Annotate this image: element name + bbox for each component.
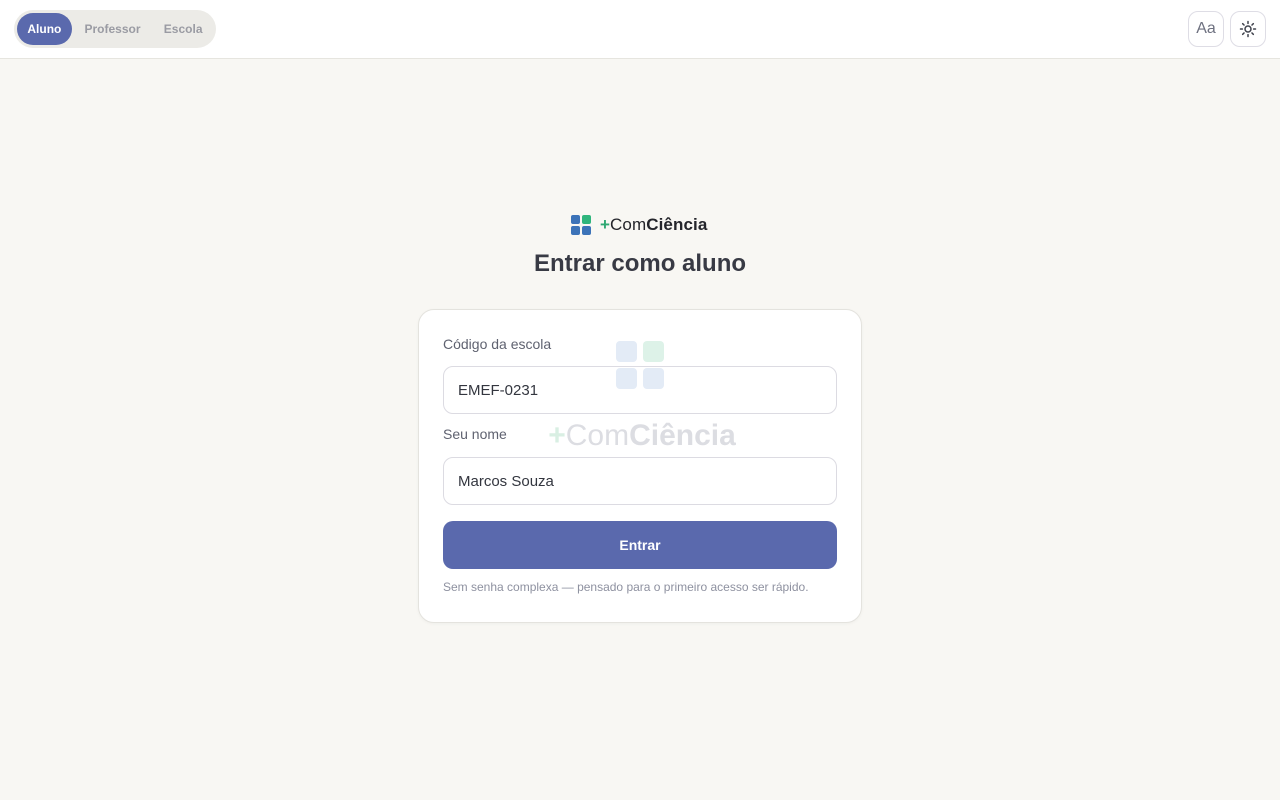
- font-size-button[interactable]: Aa: [1188, 11, 1224, 47]
- brand-wordmark: +ComCiência: [600, 215, 708, 234]
- login-hint: Sem senha complexa — pensado para o prim…: [443, 580, 809, 594]
- watermark-wordmark: +ComCiência: [548, 419, 736, 452]
- school-code-input[interactable]: [443, 366, 837, 414]
- page-title: Entrar como aluno: [533, 250, 747, 277]
- top-bar: Aluno Professor Escola Aa: [0, 0, 1280, 59]
- login-button[interactable]: Entrar: [443, 521, 837, 569]
- student-name-input[interactable]: [443, 457, 837, 505]
- login-card: +ComCiência Código da escola Seu nome En…: [418, 309, 862, 623]
- theme-toggle-button[interactable]: [1230, 11, 1266, 47]
- sun-icon: [1239, 20, 1257, 38]
- logo-grid-icon: [571, 215, 591, 235]
- brand-logo: +ComCiência: [571, 214, 707, 236]
- role-tab-aluno[interactable]: Aluno: [17, 13, 72, 45]
- school-code-label: Código da escola: [443, 336, 552, 352]
- role-tab-escola[interactable]: Escola: [153, 13, 213, 45]
- role-switcher: Aluno Professor Escola: [14, 10, 216, 48]
- role-tab-professor[interactable]: Professor: [72, 13, 154, 45]
- student-name-label: Seu nome: [443, 426, 507, 442]
